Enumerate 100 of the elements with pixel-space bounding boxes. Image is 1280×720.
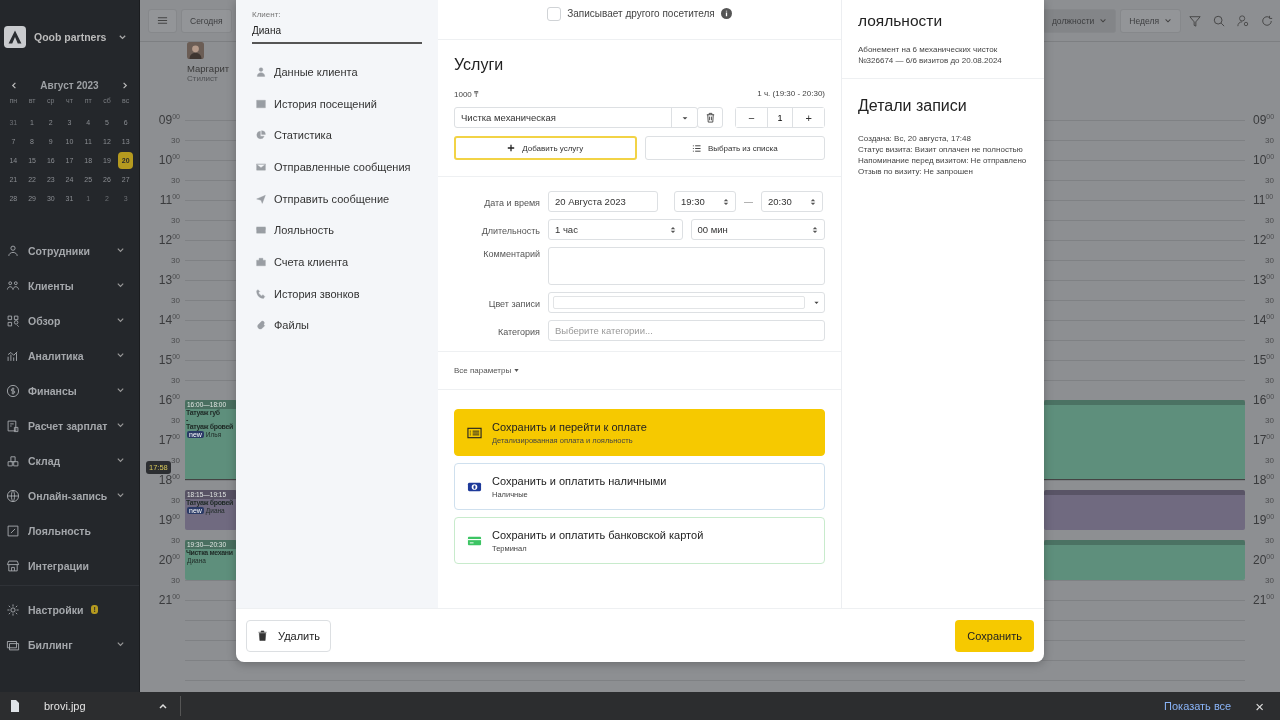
close-button[interactable]: × <box>1249 696 1270 716</box>
nav-icon <box>6 243 20 258</box>
next-month-icon[interactable] <box>120 81 129 90</box>
client-menu-item[interactable]: Данные клиента <box>252 56 422 88</box>
nav-item[interactable]: Онлайн-запись <box>0 478 139 513</box>
client-menu-item[interactable]: Файлы <box>252 309 422 342</box>
date-field[interactable]: 20 Августа 2023 <box>548 191 658 212</box>
save-button[interactable]: Сохранить <box>955 619 1034 652</box>
field-label: Категория <box>496 325 540 337</box>
end-time-field[interactable]: 20:30 <box>761 191 823 212</box>
chevron-icon <box>116 456 125 465</box>
time-label: 18$^{00}$ <box>1253 473 1275 487</box>
service-select[interactable]: Чистка механическая <box>454 107 698 128</box>
chevron-icon <box>116 351 125 360</box>
nav-icon <box>6 558 20 573</box>
checkbox[interactable] <box>547 6 562 21</box>
client-menu-item[interactable]: Отправленные сообщения <box>252 151 422 183</box>
menu-item-icon <box>256 193 266 204</box>
info-icon[interactable] <box>720 8 732 19</box>
nav-item[interactable]: Расчет зарплат <box>0 408 139 443</box>
delete-button[interactable]: Удалить <box>246 619 331 652</box>
comment-field[interactable] <box>548 247 825 285</box>
chevron-icon <box>116 491 125 500</box>
plus-icon <box>507 144 516 152</box>
list-icon <box>691 143 701 153</box>
staff-role: Стилист <box>187 74 218 83</box>
time-label: 19$^{00}$ <box>1253 513 1275 527</box>
trash-icon <box>704 112 716 123</box>
appointment-card[interactable] <box>1044 490 1245 530</box>
detail-line: Отзыв по визиту: Не запрошен <box>858 166 974 177</box>
nav-item[interactable]: Обзор <box>0 303 139 338</box>
nav-icon <box>6 278 20 293</box>
add-service-button[interactable]: Добавить услугу <box>454 136 637 160</box>
chevron-icon <box>1164 16 1172 25</box>
time-label: 20$^{00}$ <box>158 553 180 567</box>
nav-item[interactable]: Сотрудники <box>0 233 139 268</box>
nav-item[interactable]: Интеграции <box>0 548 139 583</box>
start-time-field[interactable]: 19:30 <box>674 191 736 212</box>
payment-icon <box>467 534 482 547</box>
nav-item[interactable]: Склад <box>0 443 139 478</box>
menu-button[interactable] <box>148 8 177 33</box>
minutes-select[interactable]: 00 мин <box>690 219 825 240</box>
menu-item-icon <box>256 98 266 109</box>
color-select[interactable] <box>548 292 825 313</box>
delete-service-button[interactable] <box>697 107 723 128</box>
chevron-icon <box>1099 16 1108 25</box>
nav-icon <box>6 602 20 617</box>
subscription-text: Абонемент на 6 механических чисток №326674 — 6/6 визитов до 20.08.2024 <box>858 44 1003 66</box>
time-label: 09$^{00}$ <box>1253 113 1275 127</box>
brand-name: Qoob partners <box>34 31 108 43</box>
trash-icon <box>257 630 268 641</box>
loyalty-title: лояльности <box>858 12 944 30</box>
menu-item-icon <box>256 256 266 267</box>
chevron-icon <box>116 316 125 325</box>
client-menu-item[interactable]: Статистика <box>252 119 422 152</box>
time-label: 15$^{00}$ <box>1253 353 1275 367</box>
nav-icon <box>6 488 20 503</box>
nav-icon <box>6 523 20 538</box>
spinner-icon <box>812 225 818 234</box>
spinner-icon <box>810 197 816 206</box>
range-dash: — <box>744 196 753 207</box>
show-all-link[interactable]: Показать все <box>1158 699 1238 713</box>
file-icon <box>10 700 20 712</box>
chevron-icon <box>116 640 125 649</box>
menu-item-icon <box>256 130 266 141</box>
client-menu-item[interactable]: Отправить сообщение <box>252 182 422 215</box>
client-menu-item[interactable]: История звонков <box>252 277 422 310</box>
caret-icon <box>513 367 521 374</box>
client-menu-item[interactable]: История посещений <box>252 87 422 120</box>
time-label: 10$^{00}$ <box>158 153 180 167</box>
nav-item[interactable]: Биллинг <box>0 627 139 662</box>
nav-icon <box>6 453 20 468</box>
file-name[interactable]: brovi.jpg <box>44 700 86 712</box>
client-field[interactable]: Диана <box>252 19 422 44</box>
client-menu-item[interactable]: Лояльность <box>252 214 422 247</box>
appointment-card[interactable] <box>1044 540 1245 580</box>
payment-icon <box>467 426 482 439</box>
nav-icon <box>6 418 20 433</box>
today-button[interactable]: Сегодня <box>181 8 232 33</box>
spinner-icon <box>669 225 676 234</box>
view-select[interactable]: Неделя <box>1120 8 1181 33</box>
nav-item[interactable]: Лояльность <box>0 513 139 548</box>
details-title: Детали записи <box>858 97 968 115</box>
prev-month-icon[interactable] <box>10 81 19 90</box>
hours-select[interactable]: 1 час <box>548 219 683 240</box>
client-menu-item[interactable]: Счета клиента <box>252 246 422 278</box>
search-icon <box>1213 14 1225 27</box>
chevron-up-icon[interactable] <box>157 701 168 711</box>
chevron-icon[interactable] <box>118 32 127 42</box>
chevron-icon <box>116 386 125 395</box>
refresh-icon <box>1261 14 1273 27</box>
section-title: Услуги <box>454 56 505 74</box>
choose-from-list-button[interactable]: Выбрать из списка <box>644 136 825 160</box>
nav-item[interactable]: Аналитика <box>0 338 139 373</box>
service-duration: 1 ч. (19:30 - 20:30) <box>757 89 825 98</box>
nav-item[interactable]: Финансы <box>0 373 139 408</box>
appointment-card[interactable] <box>1044 400 1245 480</box>
service-price: 1000 ₸ <box>454 89 479 99</box>
nav-item[interactable]: Клиенты <box>0 268 139 303</box>
all-parameters-toggle[interactable]: Все параметры <box>454 366 521 375</box>
